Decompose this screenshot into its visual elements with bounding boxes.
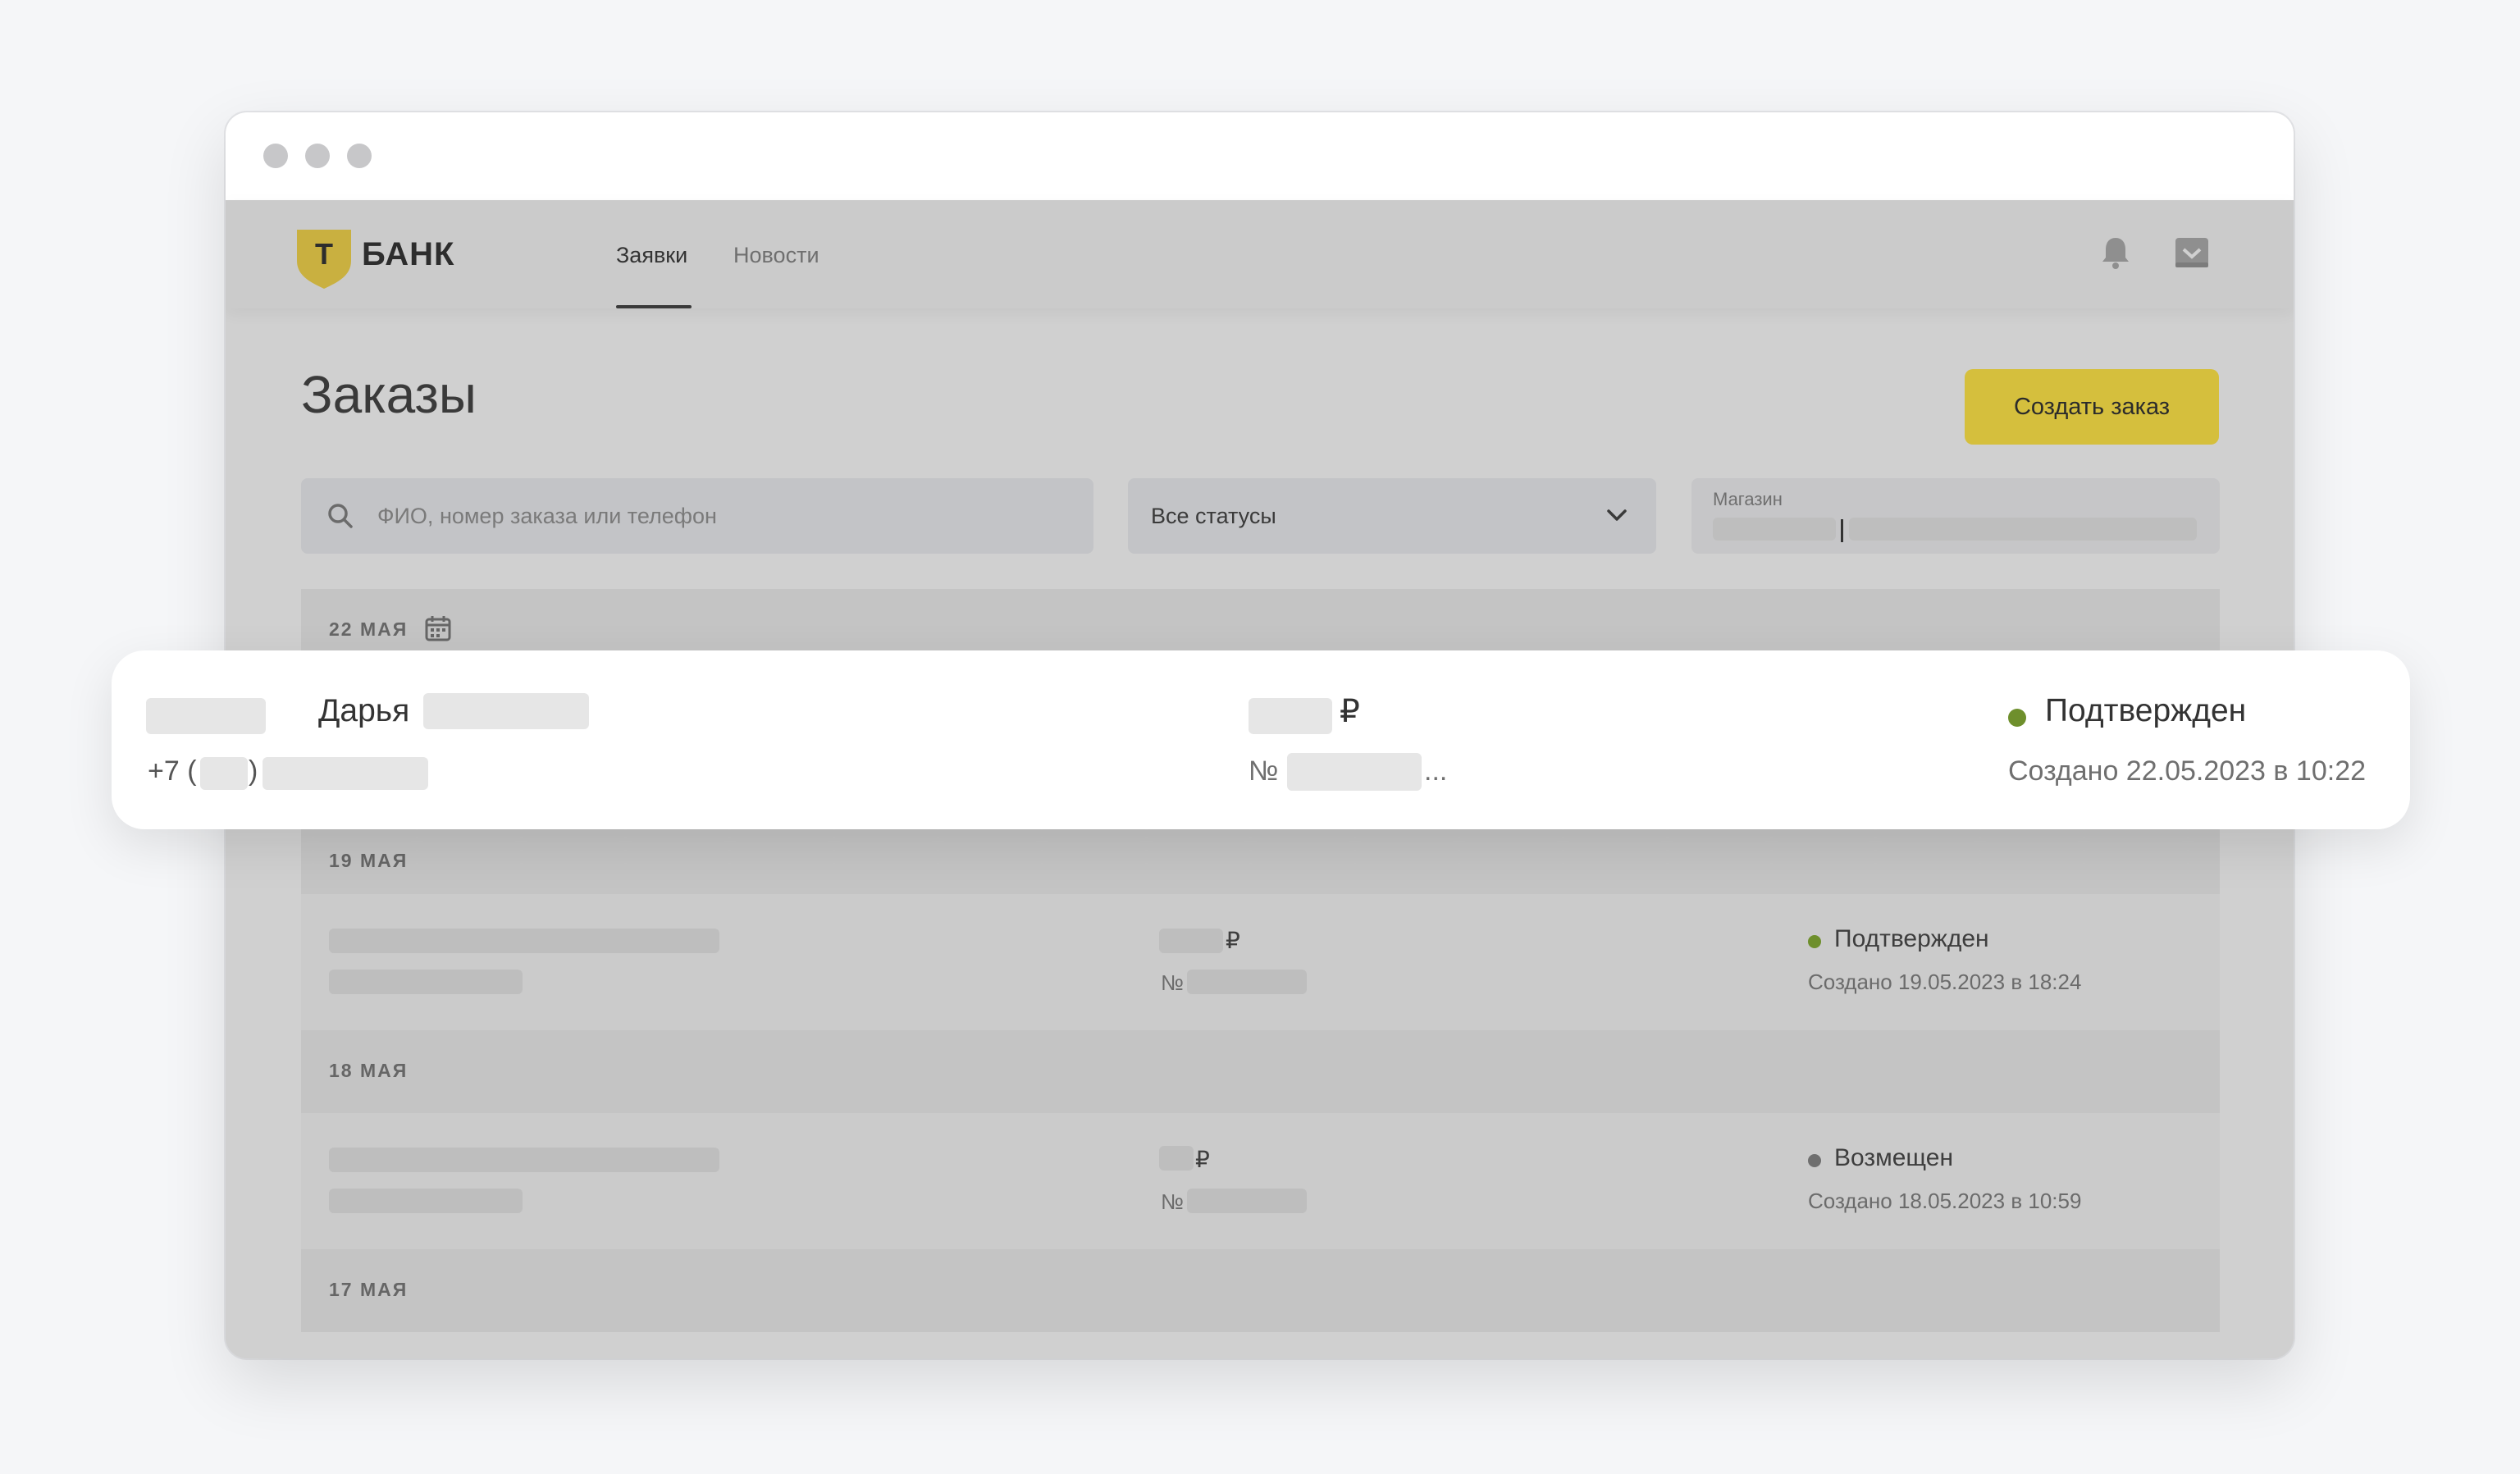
order-number-prefix: № [1161,970,1184,995]
bell-icon[interactable] [2096,233,2135,272]
text-cursor [1841,519,1843,542]
redacted-order-number [1187,970,1307,994]
window-maximize-dot[interactable] [347,144,372,168]
redacted-last-name [146,698,266,734]
nav-active-underline [616,305,692,308]
status-dot [1808,935,1821,948]
redacted-order-amount [1159,1146,1194,1171]
status-dot [1808,1154,1821,1167]
logo-shield-icon[interactable]: Т [297,230,351,289]
date-group-header: 18 МАЯ [301,1030,2220,1113]
customer-first-name: Дарья [318,693,410,728]
redacted-middle-name [423,693,589,729]
date-group-label: 17 МАЯ [329,1279,409,1300]
window-close-dot[interactable] [263,144,288,168]
order-created-date: Создано 18.05.2023 в 10:59 [1808,1189,2082,1213]
create-order-button[interactable]: Создать заказ [1965,369,2219,445]
order-row[interactable]: ₽ № Возмещен Создано 18.05.2023 в 10:59 [301,1113,2220,1249]
redacted-customer-phone [329,1189,523,1213]
order-status: Подтвержден [2045,693,2247,728]
window-minimize-dot[interactable] [305,144,330,168]
status-dot [2008,709,2026,727]
redacted-phone-code [200,757,248,790]
page-title: Заказы [301,365,477,424]
redacted-amount [1249,698,1332,734]
currency-symbol: ₽ [1195,1147,1210,1172]
logo-text[interactable]: БАНК [362,236,454,273]
date-group-label: 22 МАЯ [329,618,409,640]
status-filter-select[interactable]: Все статусы [1128,478,1656,554]
order-created-date: Создано 22.05.2023 в 10:22 [2008,755,2367,787]
window-titlebar [226,112,2294,200]
redacted-order-amount [1159,929,1223,953]
phone-prefix: +7 ( [148,755,197,787]
currency-symbol: ₽ [1226,928,1240,953]
shop-filter-select[interactable]: Магазин [1691,478,2220,554]
order-number-prefix: № [1161,1189,1184,1214]
top-header: Т БАНК Заявки Новости [226,200,2294,308]
redacted-shop-name [1713,518,1836,541]
order-status: Подтвержден [1834,925,1989,952]
search-input[interactable]: ФИО, номер заказа или телефон [301,478,1093,554]
status-filter-value: Все статусы [1151,504,1276,528]
search-placeholder: ФИО, номер заказа или телефон [377,504,717,528]
redacted-customer-phone [329,970,523,994]
phone-paren: ) [249,755,258,787]
redacted-shop-address [1849,518,2197,541]
inbox-icon[interactable] [2172,233,2212,272]
search-icon [328,504,353,528]
redacted-phone-number [262,757,428,790]
date-group-label: 18 МАЯ [329,1060,409,1081]
order-created-date: Создано 19.05.2023 в 18:24 [1808,970,2082,994]
redacted-order-number [1187,1189,1307,1213]
nav-tab-news[interactable]: Новости [733,243,819,268]
logo-letter: Т [315,237,333,271]
highlighted-order-card[interactable]: Дарья +7 ( ) ₽ № ... Подтвержден Создано… [112,650,2410,829]
calendar-icon[interactable] [424,614,452,642]
order-row[interactable]: ₽ № Подтвержден Создано 19.05.2023 в 18:… [301,894,2220,1030]
order-number-ellipsis: ... [1424,755,1448,787]
redacted-order-number [1287,753,1422,791]
shop-filter-label: Магазин [1713,489,1783,509]
redacted-customer-name [329,1148,719,1172]
date-group-label: 19 МАЯ [329,850,409,871]
order-number-prefix: № [1249,755,1279,787]
nav-tab-orders[interactable]: Заявки [616,243,687,268]
currency-symbol: ₽ [1340,694,1360,729]
chevron-down-icon [1607,509,1627,521]
redacted-customer-name [329,929,719,953]
date-group-header: 17 МАЯ [301,1249,2220,1332]
order-status: Возмещен [1834,1144,1954,1171]
